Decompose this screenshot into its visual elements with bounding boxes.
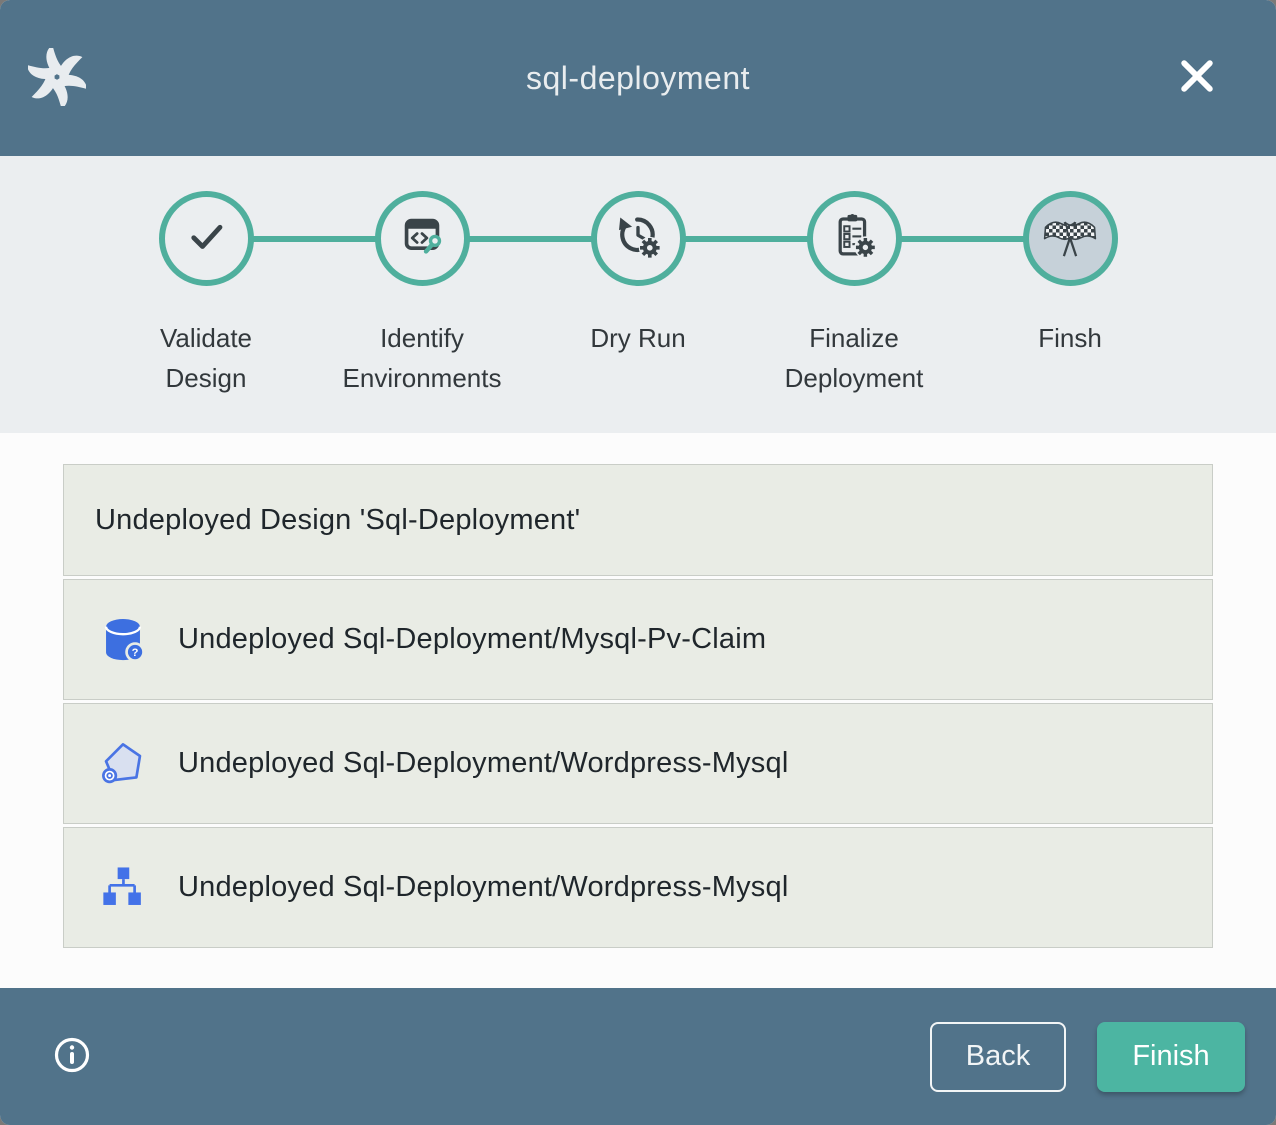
dialog-header: sql-deployment (0, 0, 1276, 156)
result-text: Undeployed Sql-Deployment/Wordpress-Mysq… (178, 871, 788, 904)
result-row-design: Undeployed Design 'Sql-Deployment' (63, 464, 1213, 576)
step-label: Dry Run (590, 318, 685, 358)
step-circle-finish (1023, 191, 1118, 286)
code-window-wrench-icon (396, 210, 448, 267)
result-row-mysql-pv-claim: ? Undeployed Sql-Deployment/Mysql-Pv-Cla… (63, 579, 1213, 700)
step-finish: Finsh (962, 191, 1178, 433)
step-label: Finalize Deployment (770, 318, 938, 398)
result-row-wordpress-mysql-shape: Undeployed Sql-Deployment/Wordpress-Mysq… (63, 703, 1213, 824)
database-icon: ? (98, 615, 148, 665)
back-button[interactable]: Back (930, 1022, 1066, 1092)
wizard-stepper: Validate Design Identify Environments (0, 156, 1276, 433)
step-finalize-deployment: Finalize Deployment (746, 191, 962, 433)
svg-text:?: ? (132, 647, 139, 659)
result-text: Undeployed Sql-Deployment/Wordpress-Mysq… (178, 747, 788, 780)
step-label: Identify Environments (338, 318, 506, 398)
step-circle-dry-run (591, 191, 686, 286)
deployment-wizard-dialog: sql-deployment Validate Design (0, 0, 1276, 1125)
history-gear-icon (611, 209, 665, 268)
step-identify-environments: Identify Environments (314, 191, 530, 433)
dialog-footer: Back Finish (0, 988, 1276, 1125)
step-circle-finalize-deployment (807, 191, 902, 286)
org-chart-icon (98, 863, 148, 913)
step-validate-design: Validate Design (98, 191, 314, 433)
close-button[interactable] (1174, 54, 1220, 100)
close-icon (1176, 55, 1218, 100)
layer5-pinwheel-logo-icon (28, 48, 86, 106)
check-icon (178, 208, 234, 269)
info-icon (52, 1035, 92, 1078)
step-circle-validate-design (159, 191, 254, 286)
step-label: Validate Design (122, 318, 290, 398)
results-panel: Undeployed Design 'Sql-Deployment' ? Und… (0, 433, 1276, 988)
step-circle-identify-environments (375, 191, 470, 286)
clipboard-gear-icon (828, 210, 880, 267)
info-button[interactable] (52, 1037, 92, 1077)
finish-button[interactable]: Finish (1097, 1022, 1245, 1092)
result-text: Undeployed Sql-Deployment/Mysql-Pv-Claim (178, 623, 766, 656)
result-text: Undeployed Design 'Sql-Deployment' (95, 504, 580, 537)
step-dry-run: Dry Run (530, 191, 746, 433)
step-label: Finsh (1038, 318, 1102, 358)
checkered-flags-icon (1042, 208, 1098, 269)
dialog-title: sql-deployment (0, 60, 1276, 97)
pentagon-icon (98, 739, 148, 789)
result-row-wordpress-mysql-tree: Undeployed Sql-Deployment/Wordpress-Mysq… (63, 827, 1213, 948)
